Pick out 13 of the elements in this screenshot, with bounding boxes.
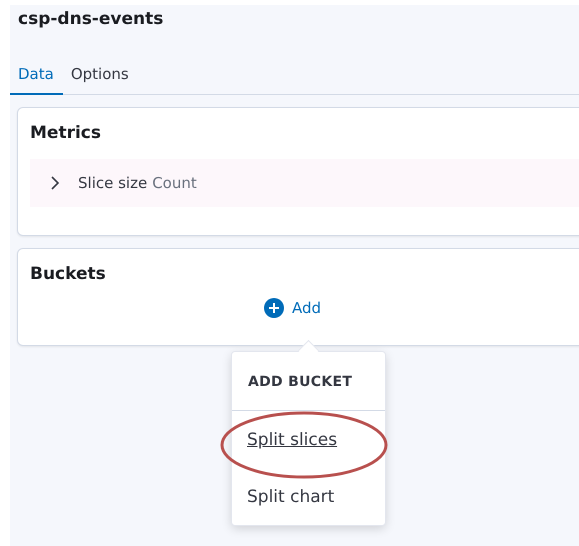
add-button[interactable]: Add	[292, 299, 322, 317]
metric-value: Count	[152, 174, 197, 192]
index-title: csp-dns-events	[17, 8, 164, 31]
menu-item[interactable]: Split chart	[232, 486, 350, 506]
metric-label: Slice size	[78, 174, 148, 192]
metric-row[interactable]: Slice size Count	[30, 159, 579, 207]
tab[interactable]: Options	[62, 59, 138, 95]
tab[interactable]: Data	[10, 59, 63, 95]
section-title: Metrics	[29, 122, 102, 143]
section-title: Buckets	[29, 263, 107, 284]
popover-title: ADD BUCKET	[232, 352, 385, 411]
chevron-icon[interactable]	[50, 175, 60, 191]
add-icon[interactable]	[264, 298, 284, 318]
